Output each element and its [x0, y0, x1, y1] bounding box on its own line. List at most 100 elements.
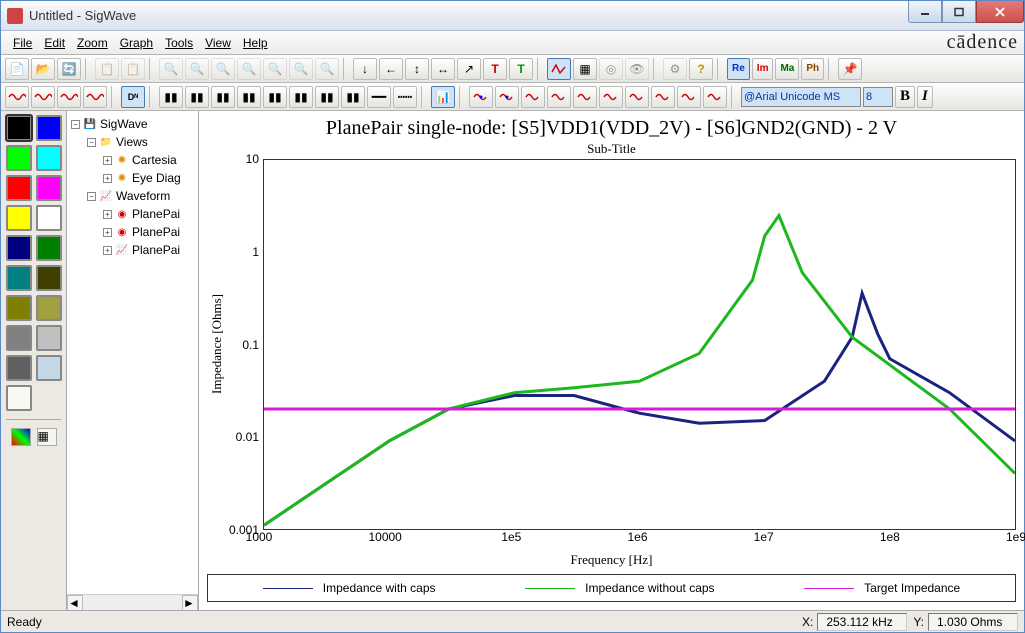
color-swatch[interactable] [6, 325, 32, 351]
color-swatch[interactable] [6, 145, 32, 171]
view-grid-button[interactable]: ▦ [573, 58, 597, 80]
tree-scrollbar[interactable]: ◄► [67, 594, 198, 610]
marker-left-button[interactable]: ← [379, 58, 403, 80]
wave2-button[interactable] [31, 86, 55, 108]
bar4-button[interactable]: ▮▮ [237, 86, 261, 108]
fontsize-select[interactable] [863, 87, 893, 107]
color-swatch[interactable] [36, 115, 62, 141]
help-button[interactable]: ? [689, 58, 713, 80]
ma-button[interactable]: Ma [775, 58, 799, 80]
color-swatch[interactable] [6, 385, 32, 411]
zoom-x-button[interactable]: 🔍 [237, 58, 261, 80]
re-button[interactable]: Re [727, 58, 750, 80]
tree-views[interactable]: −📁Views [69, 133, 196, 151]
color-swatch[interactable] [6, 205, 32, 231]
zoom-fit-button[interactable]: 🔍 [211, 58, 235, 80]
m6-button[interactable] [599, 86, 623, 108]
copy-button[interactable]: 📋 [95, 58, 119, 80]
wave1-button[interactable] [5, 86, 29, 108]
color-swatch[interactable] [36, 325, 62, 351]
color-swatch[interactable] [36, 295, 62, 321]
color-swatch[interactable] [36, 235, 62, 261]
ph-button[interactable]: Ph [801, 58, 824, 80]
m4-button[interactable] [547, 86, 571, 108]
tree-eyediag[interactable]: +✺Eye Diag [69, 169, 196, 187]
bar6-button[interactable]: ▮▮ [289, 86, 313, 108]
bar8-button[interactable]: ▮▮ [341, 86, 365, 108]
color-swatch[interactable] [6, 235, 32, 261]
marker-down-button[interactable]: ↓ [353, 58, 377, 80]
paste-button[interactable]: 📋 [121, 58, 145, 80]
color-swatch[interactable] [36, 175, 62, 201]
color-swatch[interactable] [6, 175, 32, 201]
im-button[interactable]: Im [752, 58, 774, 80]
plot-area[interactable] [263, 159, 1016, 530]
m3-button[interactable] [521, 86, 545, 108]
cursor-track-button[interactable]: Dᴺ [121, 86, 145, 108]
dash1-button[interactable]: ━━ [367, 86, 391, 108]
menu-zoom[interactable]: Zoom [71, 33, 114, 53]
color-swatch[interactable] [36, 355, 62, 381]
refresh-button[interactable]: 🔄 [57, 58, 81, 80]
close-button[interactable] [976, 1, 1024, 23]
view-chart-button[interactable] [547, 58, 571, 80]
tree-pp2[interactable]: +◉PlanePai [69, 223, 196, 241]
menu-graph[interactable]: Graph [114, 33, 159, 53]
text-tool-button[interactable]: T [483, 58, 507, 80]
wave4-button[interactable] [83, 86, 107, 108]
bold-button[interactable]: B [895, 86, 915, 108]
color-swatch[interactable] [6, 355, 32, 381]
tree-pp3[interactable]: +📈PlanePai [69, 241, 196, 259]
splot-button[interactable]: 📊 [431, 86, 455, 108]
minimize-button[interactable] [908, 1, 942, 23]
wave3-button[interactable] [57, 86, 81, 108]
color-swatch[interactable] [6, 115, 32, 141]
marker-up-button[interactable]: ↕ [405, 58, 429, 80]
menu-help[interactable]: Help [237, 33, 274, 53]
new-button[interactable]: 📄 [5, 58, 29, 80]
menu-view[interactable]: View [199, 33, 237, 53]
m8-button[interactable] [651, 86, 675, 108]
open-button[interactable]: 📂 [31, 58, 55, 80]
m7-button[interactable] [625, 86, 649, 108]
color-swatch[interactable] [6, 295, 32, 321]
bar2-button[interactable]: ▮▮ [185, 86, 209, 108]
m5-button[interactable] [573, 86, 597, 108]
bar3-button[interactable]: ▮▮ [211, 86, 235, 108]
settings-button[interactable]: ⚙ [663, 58, 687, 80]
view-smith-button[interactable]: ◎ [599, 58, 623, 80]
maximize-button[interactable] [942, 1, 976, 23]
zoom-in-button[interactable]: 🔍 [159, 58, 183, 80]
zoom-prev-button[interactable]: 🔍 [289, 58, 313, 80]
pin-button[interactable]: 📌 [838, 58, 862, 80]
palette-tool-1[interactable] [11, 428, 31, 446]
menu-file[interactable]: File [7, 33, 38, 53]
bar1-button[interactable]: ▮▮ [159, 86, 183, 108]
color-swatch[interactable] [6, 265, 32, 291]
zoom-y-button[interactable]: 🔍 [263, 58, 287, 80]
bar7-button[interactable]: ▮▮ [315, 86, 339, 108]
dash2-button[interactable]: ┅┅ [393, 86, 417, 108]
tree-cartesian[interactable]: +✺Cartesia [69, 151, 196, 169]
view-eye-button[interactable]: 👁 [625, 58, 649, 80]
menu-edit[interactable]: Edit [38, 33, 71, 53]
zoom-out-button[interactable]: 🔍 [185, 58, 209, 80]
palette-tool-2[interactable]: ▦ [37, 428, 57, 446]
color-swatch[interactable] [36, 205, 62, 231]
tree-waveform[interactable]: −📈Waveform [69, 187, 196, 205]
color-swatch[interactable] [36, 265, 62, 291]
m10-button[interactable] [703, 86, 727, 108]
marker-diag-button[interactable]: ↗ [457, 58, 481, 80]
italic-button[interactable]: I [917, 86, 933, 108]
text-tool2-button[interactable]: T [509, 58, 533, 80]
bar5-button[interactable]: ▮▮ [263, 86, 287, 108]
color-swatch[interactable] [36, 145, 62, 171]
font-select[interactable] [741, 87, 861, 107]
zoom-reset-button[interactable]: 🔍 [315, 58, 339, 80]
m9-button[interactable] [677, 86, 701, 108]
menu-tools[interactable]: Tools [159, 33, 199, 53]
m2-button[interactable] [495, 86, 519, 108]
tree-root[interactable]: −💾SigWave [69, 115, 196, 133]
m1-button[interactable] [469, 86, 493, 108]
marker-both-button[interactable]: ↔ [431, 58, 455, 80]
